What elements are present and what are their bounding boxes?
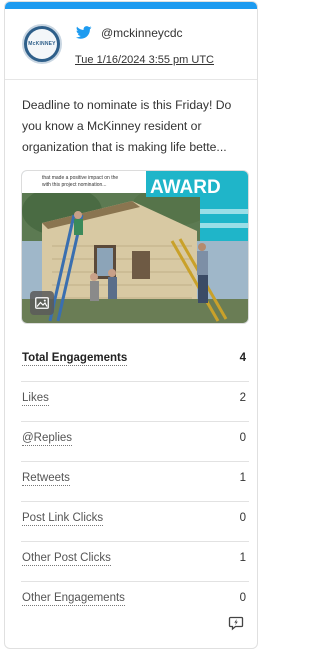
- account-handle[interactable]: @mckinneycdc: [101, 26, 183, 40]
- stat-label[interactable]: Other Post Clicks: [22, 551, 111, 566]
- stat-value: 0: [239, 592, 246, 604]
- media-caption-line2: with this project nomination...: [42, 182, 106, 188]
- twitter-bird-icon: [76, 26, 92, 39]
- stat-value: 4: [239, 352, 246, 364]
- network-color-bar: [5, 2, 257, 9]
- avatar[interactable]: McKINNEY: [22, 24, 62, 64]
- post-card: McKINNEY @mckinneycdc Tue 1/16/2024 3:55…: [4, 1, 258, 649]
- stat-row-other-post-clicks: Other Post Clicks 1: [21, 542, 249, 582]
- post-header: McKINNEY @mckinneycdc Tue 1/16/2024 3:55…: [5, 9, 257, 80]
- stat-row-retweets: Retweets 1: [21, 462, 249, 502]
- stat-value: 0: [239, 512, 246, 524]
- stat-row-other-engagements: Other Engagements 0: [21, 582, 249, 621]
- stat-value: 1: [239, 472, 246, 484]
- stat-value: 0: [239, 432, 246, 444]
- stat-row-post-link-clicks: Post Link Clicks 0: [21, 502, 249, 542]
- media-photo: that made a positive impact on the with …: [22, 171, 248, 323]
- stat-value: 2: [239, 392, 246, 404]
- avatar-logo: McKINNEY: [27, 29, 57, 59]
- stat-label[interactable]: Post Link Clicks: [22, 511, 104, 526]
- stat-label[interactable]: @Replies: [22, 431, 73, 446]
- stat-label[interactable]: Total Engagements: [22, 351, 128, 366]
- media-banner-text: AWARD: [150, 177, 221, 198]
- quick-reply-icon[interactable]: [228, 615, 244, 631]
- media-caption-line1: that made a positive impact on the: [42, 175, 118, 181]
- post-text: Deadline to nominate is this Friday! Do …: [22, 98, 232, 154]
- engagement-stats: Total Engagements 4 Likes 2 @Replies 0 R…: [21, 342, 249, 621]
- stat-value: 1: [239, 552, 246, 564]
- stat-label[interactable]: Retweets: [22, 471, 70, 486]
- post-media-image[interactable]: that made a positive impact on the with …: [21, 170, 249, 324]
- stat-label[interactable]: Likes: [22, 391, 49, 406]
- stat-row-replies: @Replies 0: [21, 422, 249, 462]
- stat-row-likes: Likes 2: [21, 382, 249, 422]
- image-icon: [30, 291, 54, 315]
- post-timestamp-link[interactable]: Tue 1/16/2024 3:55 pm UTC: [75, 54, 214, 66]
- avatar-logo-text: McKINNEY: [28, 41, 56, 47]
- stat-label[interactable]: Other Engagements: [22, 591, 125, 606]
- stat-row-total-engagements: Total Engagements 4: [21, 342, 249, 382]
